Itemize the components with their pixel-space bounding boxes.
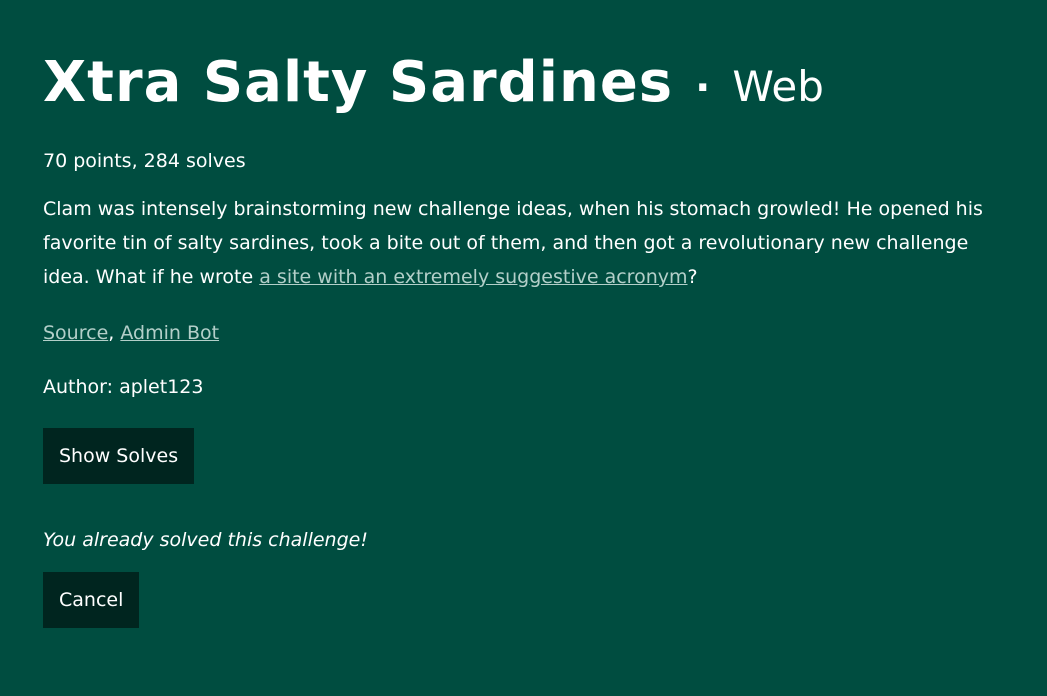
- source-link[interactable]: Source: [43, 322, 108, 344]
- solved-message: You already solved this challenge!: [43, 529, 368, 551]
- cancel-wrapper: Cancel: [43, 572, 1003, 628]
- description-end: ?: [687, 266, 698, 288]
- challenge-title: Xtra Salty Sardines: [43, 50, 674, 115]
- admin-bot-link[interactable]: Admin Bot: [120, 322, 219, 344]
- challenge-files: Source, Admin Bot: [43, 318, 1003, 348]
- challenge-site-link[interactable]: a site with an extremely suggestive acro…: [259, 266, 687, 288]
- show-solves-button[interactable]: Show Solves: [43, 428, 195, 484]
- challenge-category: Web: [732, 62, 824, 111]
- challenge-meta: 70 points, 284 solves: [43, 150, 246, 172]
- title-separator: ·: [695, 65, 711, 111]
- challenge-panel: Xtra Salty Sardines · Web 70 points, 284…: [0, 0, 1047, 696]
- challenge-author: Author: aplet123: [43, 376, 204, 398]
- challenge-header: Xtra Salty Sardines · Web: [43, 44, 1003, 144]
- show-solves-wrapper: Show Solves: [43, 428, 1003, 484]
- challenge-description: Clam was intensely brainstorming new cha…: [43, 192, 993, 294]
- files-separator: ,: [108, 322, 115, 344]
- cancel-button[interactable]: Cancel: [43, 572, 140, 628]
